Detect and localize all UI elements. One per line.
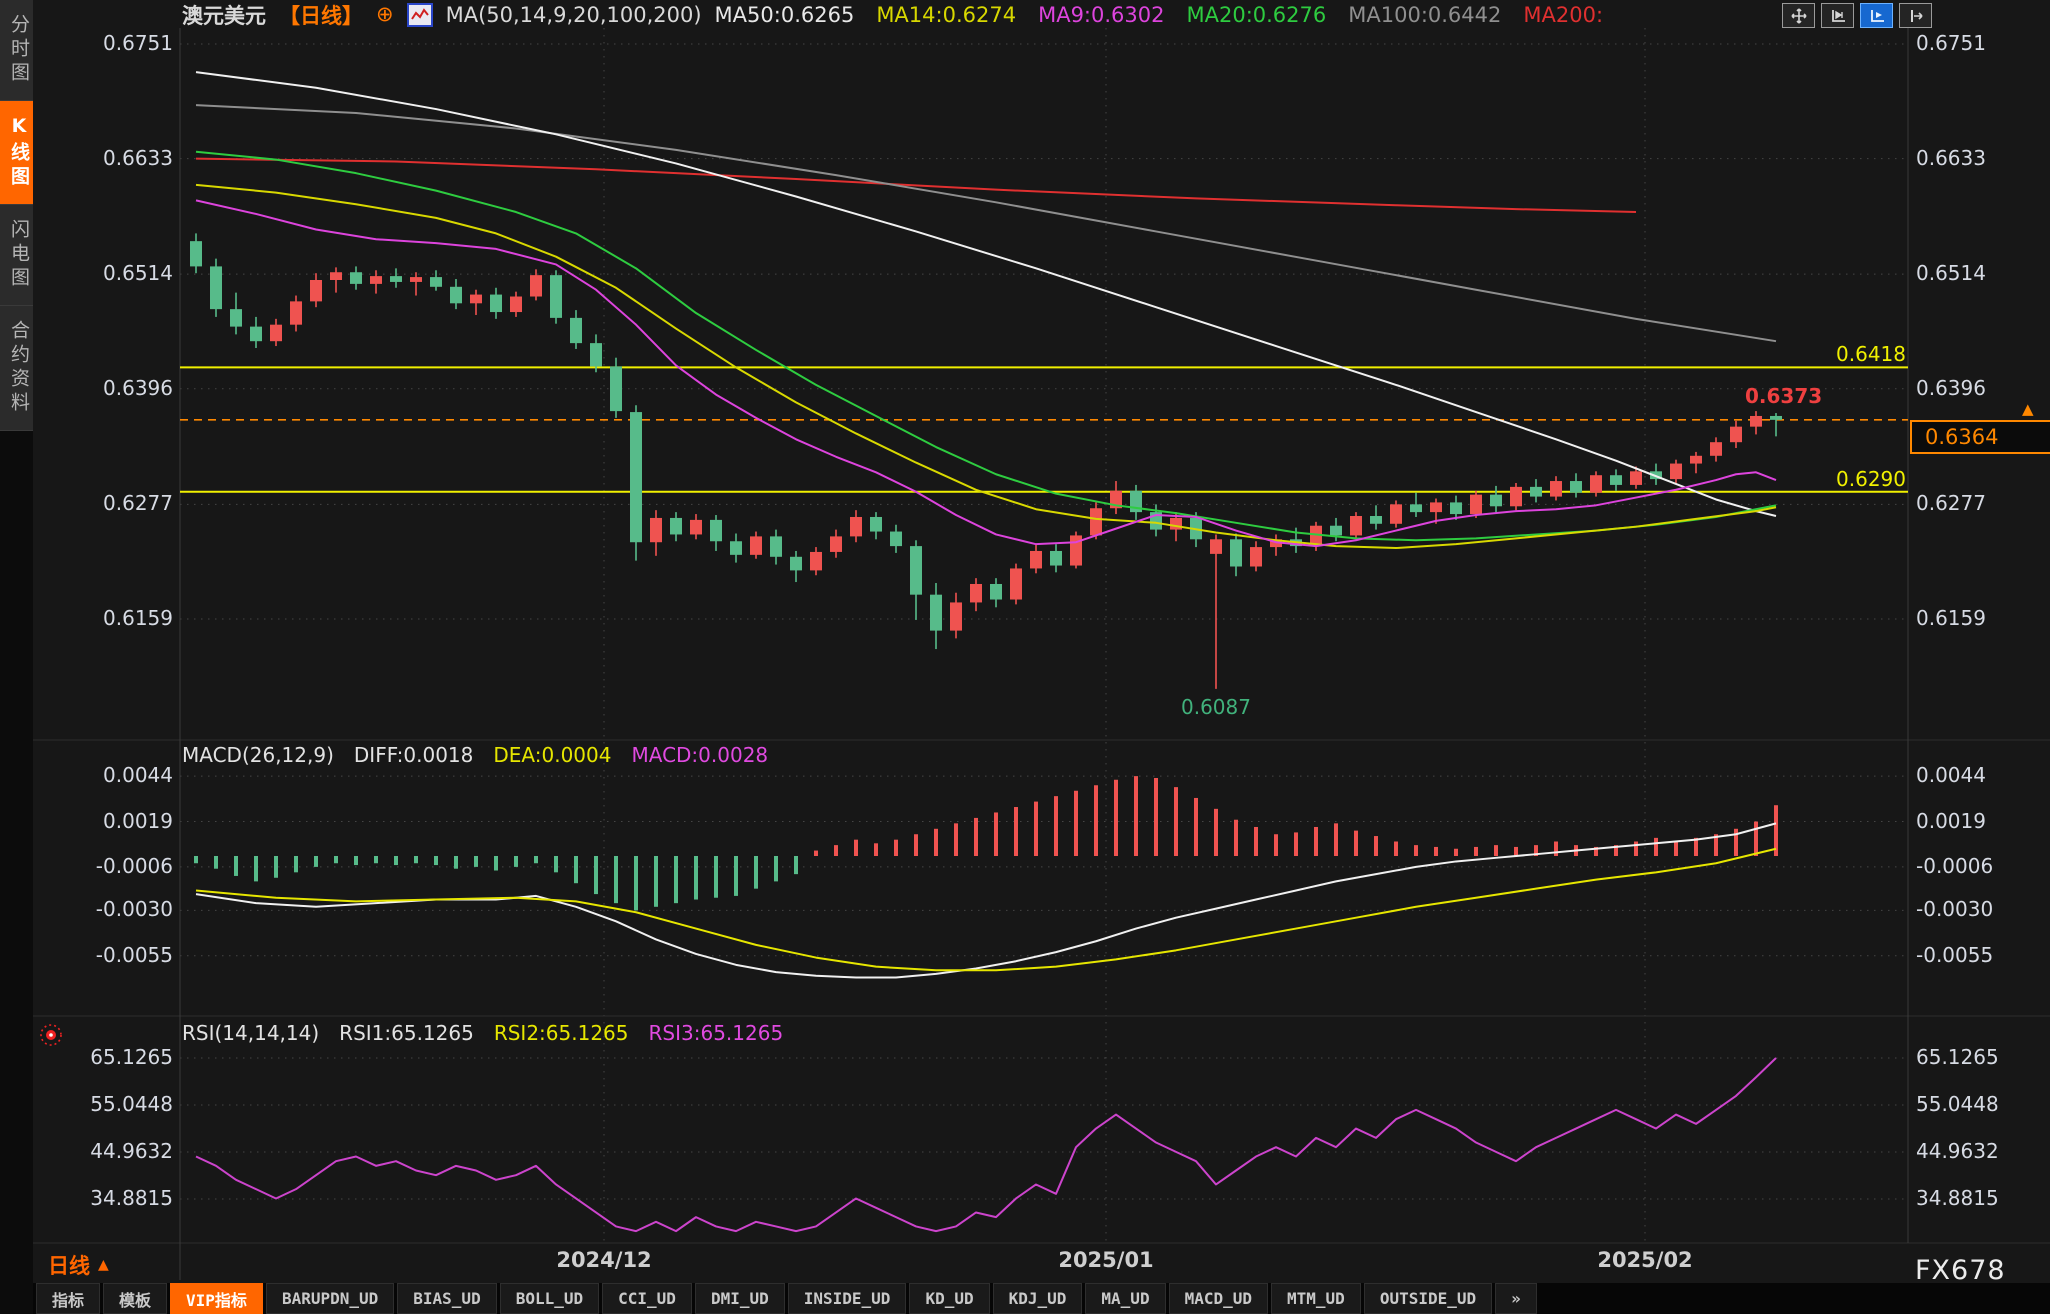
macd-panel-header: MACD(26,12,9) DIFF:0.0018 DEA:0.0004 MAC…: [182, 743, 768, 767]
symbol-title: 澳元美元: [182, 0, 266, 30]
rsi-title: RSI(14,14,14): [182, 1021, 319, 1045]
tab-mtm[interactable]: MTM_UD: [1271, 1283, 1361, 1314]
period-arrow-icon: ▲: [98, 1257, 109, 1273]
tab-kdj[interactable]: KDJ_UD: [993, 1283, 1083, 1314]
ma-legend-item: MA100:0.6442: [1348, 3, 1501, 27]
watermark: FX678: [1915, 1255, 2006, 1286]
tab-cci[interactable]: CCI_UD: [602, 1283, 692, 1314]
rsi3-value: RSI3:65.1265: [649, 1021, 784, 1045]
macd-dea-value: DEA:0.0004: [493, 743, 611, 767]
chart-header: 澳元美元 【日线】 ⊕ MA(50,14,9,20,100,200) MA50:…: [182, 1, 1603, 28]
recording-indicator-icon: [38, 1022, 64, 1048]
tab-kd[interactable]: KD_UD: [909, 1283, 989, 1314]
tab-dmi[interactable]: DMI_UD: [695, 1283, 785, 1314]
sidebar-item-flash-chart[interactable]: 闪电图: [0, 205, 33, 306]
sidebar-item-kline-chart[interactable]: K线图: [0, 101, 33, 205]
sidebar-item-contract-info[interactable]: 合约资料: [0, 306, 33, 431]
add-compare-icon[interactable]: ⊕: [376, 4, 394, 25]
tab-bias[interactable]: BIAS_UD: [397, 1283, 496, 1314]
chart-toolbar: [1782, 3, 1932, 28]
tab-vip-indicators[interactable]: VIP指标: [170, 1283, 263, 1314]
chart-canvas[interactable]: [0, 0, 2050, 1314]
macd-title: MACD(26,12,9): [182, 743, 334, 767]
tab-indicators[interactable]: 指标: [36, 1283, 100, 1314]
sidebar-item-time-chart[interactable]: 分时图: [0, 0, 33, 101]
macd-macd-value: MACD:0.0028: [631, 743, 768, 767]
tab-macd[interactable]: MACD_UD: [1169, 1283, 1268, 1314]
ma-legend-item: MA20:0.6276: [1186, 3, 1326, 27]
ma-params-label: MA(50,14,9,20,100,200): [446, 3, 702, 27]
tab-more[interactable]: »: [1495, 1283, 1537, 1314]
auto-scroll-icon[interactable]: [1860, 3, 1893, 28]
mini-chart-icon[interactable]: [407, 3, 433, 27]
period-label: 日线: [48, 1250, 90, 1280]
tab-outside[interactable]: OUTSIDE_UD: [1364, 1283, 1492, 1314]
rsi1-value: RSI1:65.1265: [339, 1021, 474, 1045]
tab-inside[interactable]: INSIDE_UD: [788, 1283, 907, 1314]
tab-templates[interactable]: 模板: [103, 1283, 167, 1314]
left-sidebar: 分时图 K线图 闪电图 合约资料: [0, 0, 33, 1314]
tab-barupdn[interactable]: BARUPDN_UD: [266, 1283, 394, 1314]
pan-tool-icon[interactable]: [1782, 3, 1815, 28]
ma-legend-item: MA14:0.6274: [876, 3, 1016, 27]
ma-legend-item: MA9:0.6302: [1038, 3, 1164, 27]
tab-boll[interactable]: BOLL_UD: [500, 1283, 599, 1314]
last-price-box: 0.6364: [1910, 420, 2050, 454]
indicator-tabbar: 指标模板VIP指标BARUPDN_UDBIAS_UDBOLL_UDCCI_UDD…: [33, 1283, 2050, 1314]
ma-legend: MA50:0.6265 MA14:0.6274 MA9:0.6302 MA20:0.6…: [715, 3, 1603, 27]
tab-ma[interactable]: MA_UD: [1085, 1283, 1165, 1314]
rsi2-value: RSI2:65.1265: [494, 1021, 629, 1045]
macd-diff-value: DIFF:0.0018: [354, 743, 473, 767]
period-tag: 【日线】: [279, 0, 363, 30]
rsi-panel-header: RSI(14,14,14) RSI1:65.1265 RSI2:65.1265 …: [182, 1021, 783, 1045]
trading-app-window: 分时图 K线图 闪电图 合约资料 澳元美元 【日线】 ⊕ MA(50,14,9,…: [0, 0, 2050, 1314]
scale-left-icon[interactable]: [1821, 3, 1854, 28]
shift-right-icon[interactable]: [1899, 3, 1932, 28]
ma-legend-item: MA200:: [1523, 3, 1603, 27]
period-selector[interactable]: 日线 ▲: [48, 1250, 109, 1280]
ma-legend-item: MA50:0.6265: [715, 3, 855, 27]
